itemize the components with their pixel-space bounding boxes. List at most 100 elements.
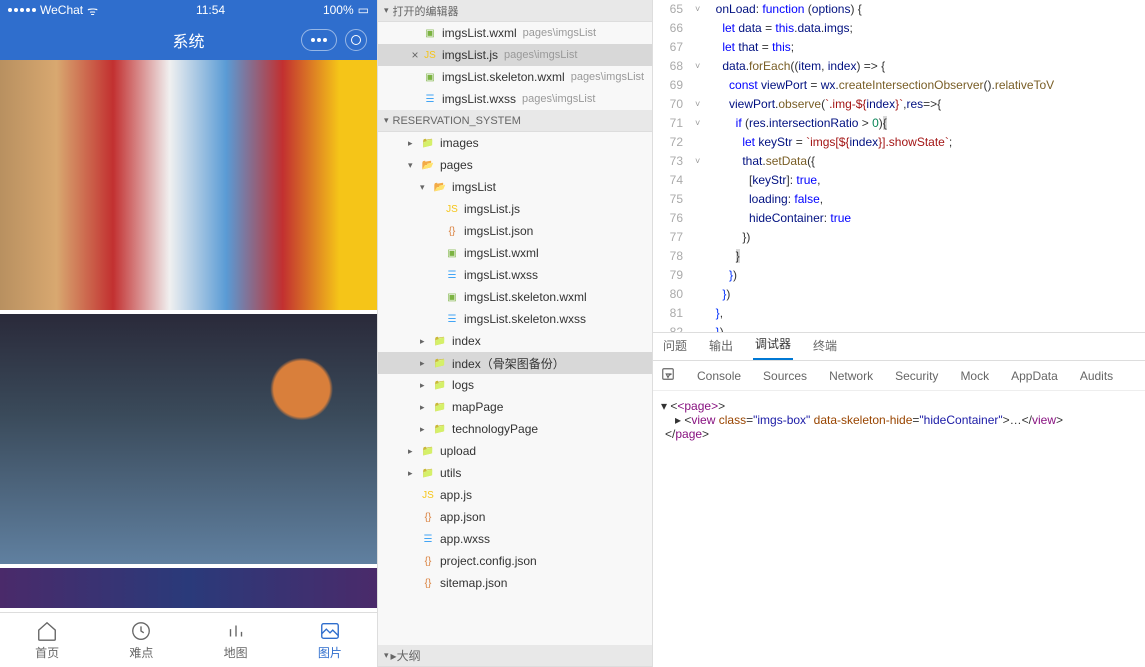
code-line[interactable]: 80 }) (653, 285, 1145, 304)
code-line[interactable]: 65˅ onLoad: function (options) { (653, 0, 1145, 19)
code-line[interactable]: 67 let that = this; (653, 38, 1145, 57)
open-editor-item[interactable]: ×JSimgsList.jspages\imgsList (378, 44, 652, 66)
code-line[interactable]: 82 }) (653, 323, 1145, 332)
folder-item[interactable]: ▾pages (378, 154, 652, 176)
code-line[interactable]: 72 let keyStr = `imgs[${index}].showStat… (653, 133, 1145, 152)
wifi-icon: ᯤ (87, 2, 98, 19)
folder-icon (432, 334, 448, 348)
code-line[interactable]: 69 const viewPort = wx.createIntersectio… (653, 76, 1145, 95)
code-line[interactable]: 78 } (653, 247, 1145, 266)
folder-icon (432, 180, 448, 194)
file-item[interactable]: ☰imgsList.skeleton.wxss (378, 308, 652, 330)
chart-icon (225, 620, 247, 642)
devtools-tabs: Console Sources Network Security Mock AppData… (653, 361, 1145, 391)
capsule-menu-button[interactable] (301, 29, 337, 51)
folder-item[interactable]: ▸index（骨架图备份） (378, 352, 652, 374)
folder-icon (432, 378, 448, 392)
file-item[interactable]: {}project.config.json (378, 550, 652, 572)
file-explorer: 打开的编辑器 ▣imgsList.wxmlpages\imgsList×JSim… (378, 0, 653, 667)
open-editor-item[interactable]: ▣imgsList.wxmlpages\imgsList (378, 22, 652, 44)
file-item[interactable]: {}app.json (378, 506, 652, 528)
open-editors-header[interactable]: 打开的编辑器 (378, 0, 652, 22)
home-icon (36, 620, 58, 642)
image-item[interactable] (0, 314, 377, 564)
capsule-close-button[interactable] (345, 29, 367, 51)
folder-item[interactable]: ▸utils (378, 462, 652, 484)
folder-icon (420, 444, 436, 458)
status-bar: WeChat ᯤ 11:54 100% ▭ (0, 0, 377, 20)
folder-icon (420, 158, 436, 172)
folder-icon (420, 466, 436, 480)
image-item[interactable] (0, 568, 377, 608)
folder-icon (432, 356, 448, 370)
open-editor-item[interactable]: ▣imgsList.skeleton.wxmlpages\imgsList (378, 66, 652, 88)
editor-pane: 65˅ onLoad: function (options) {66 let d… (653, 0, 1145, 667)
tab-image[interactable]: 图片 (283, 613, 377, 667)
file-item[interactable]: ▣imgsList.skeleton.wxml (378, 286, 652, 308)
folder-item[interactable]: ▸index (378, 330, 652, 352)
folder-item[interactable]: ▸mapPage (378, 396, 652, 418)
devtools-tab[interactable]: AppData (1011, 369, 1058, 383)
tab-clock[interactable]: 难点 (94, 613, 188, 667)
project-header[interactable]: RESERVATION_SYSTEM (378, 110, 652, 132)
image-item[interactable] (0, 60, 377, 310)
folder-icon (432, 422, 448, 436)
code-line[interactable]: 73˅ that.setData({ (653, 152, 1145, 171)
elements-panel[interactable]: ▾ <<page>> ▸ <view class="imgs-box" data… (653, 391, 1145, 449)
battery-icon: ▭ (358, 3, 369, 17)
battery-label: 100% (323, 3, 354, 17)
page-content[interactable] (0, 60, 377, 612)
code-line[interactable]: 68˅ data.forEach((item, index) => { (653, 57, 1145, 76)
close-icon[interactable]: × (408, 48, 422, 62)
code-line[interactable]: 75 loading: false, (653, 190, 1145, 209)
code-line[interactable]: 66 let data = this.data.imgs; (653, 19, 1145, 38)
time-label: 11:54 (196, 3, 225, 17)
inspect-icon[interactable] (661, 367, 675, 384)
code-line[interactable]: 74 [keyStr]: true, (653, 171, 1145, 190)
file-item[interactable]: ☰app.wxss (378, 528, 652, 550)
outline-header[interactable]: ▸ 大纲 (378, 645, 652, 667)
file-item[interactable]: JSapp.js (378, 484, 652, 506)
devtools-tab[interactable]: Console (697, 369, 741, 383)
panel-tab[interactable]: 输出 (707, 331, 735, 360)
code-line[interactable]: 77 }) (653, 228, 1145, 247)
code-line[interactable]: 79 }) (653, 266, 1145, 285)
carrier-label: WeChat (40, 3, 83, 17)
folder-item[interactable]: ▸technologyPage (378, 418, 652, 440)
file-item[interactable]: JSimgsList.js (378, 198, 652, 220)
panel-tab[interactable]: 终端 (811, 331, 839, 360)
code-editor[interactable]: 65˅ onLoad: function (options) {66 let d… (653, 0, 1145, 332)
page-title: 系统 (172, 28, 204, 52)
image-icon (319, 620, 341, 642)
folder-item[interactable]: ▸upload (378, 440, 652, 462)
panel-tab[interactable]: 调试器 (753, 329, 793, 360)
code-line[interactable]: 76 hideContainer: true (653, 209, 1145, 228)
devtools-panel: 问题输出调试器终端 Console Sources Network Security M… (653, 332, 1145, 667)
code-line[interactable]: 71˅ if (res.intersectionRatio > 0){ (653, 114, 1145, 133)
wechat-simulator: WeChat ᯤ 11:54 100% ▭ 系统 首页难点地图图片 (0, 0, 378, 667)
panel-tabs: 问题输出调试器终端 (653, 333, 1145, 361)
tab-bar: 首页难点地图图片 (0, 612, 377, 667)
devtools-tab[interactable]: Mock (960, 369, 989, 383)
open-editor-item[interactable]: ☰imgsList.wxsspages\imgsList (378, 88, 652, 110)
tab-chart[interactable]: 地图 (189, 613, 283, 667)
file-item[interactable]: {}imgsList.json (378, 220, 652, 242)
devtools-tab[interactable]: Sources (763, 369, 807, 383)
devtools-tab[interactable]: Audits (1080, 369, 1113, 383)
file-item[interactable]: ▣imgsList.wxml (378, 242, 652, 264)
clock-icon (130, 620, 152, 642)
folder-icon (432, 400, 448, 414)
devtools-tab[interactable]: Security (895, 369, 938, 383)
folder-item[interactable]: ▸images (378, 132, 652, 154)
app-header: 系统 (0, 20, 377, 60)
folder-item[interactable]: ▸logs (378, 374, 652, 396)
file-item[interactable]: {}sitemap.json (378, 572, 652, 594)
file-item[interactable]: ☰imgsList.wxss (378, 264, 652, 286)
code-line[interactable]: 70˅ viewPort.observe(`.img-${index}`,res… (653, 95, 1145, 114)
folder-icon (420, 136, 436, 150)
code-line[interactable]: 81 }, (653, 304, 1145, 323)
tab-home[interactable]: 首页 (0, 613, 94, 667)
panel-tab[interactable]: 问题 (661, 331, 689, 360)
folder-item[interactable]: ▾imgsList (378, 176, 652, 198)
devtools-tab[interactable]: Network (829, 369, 873, 383)
